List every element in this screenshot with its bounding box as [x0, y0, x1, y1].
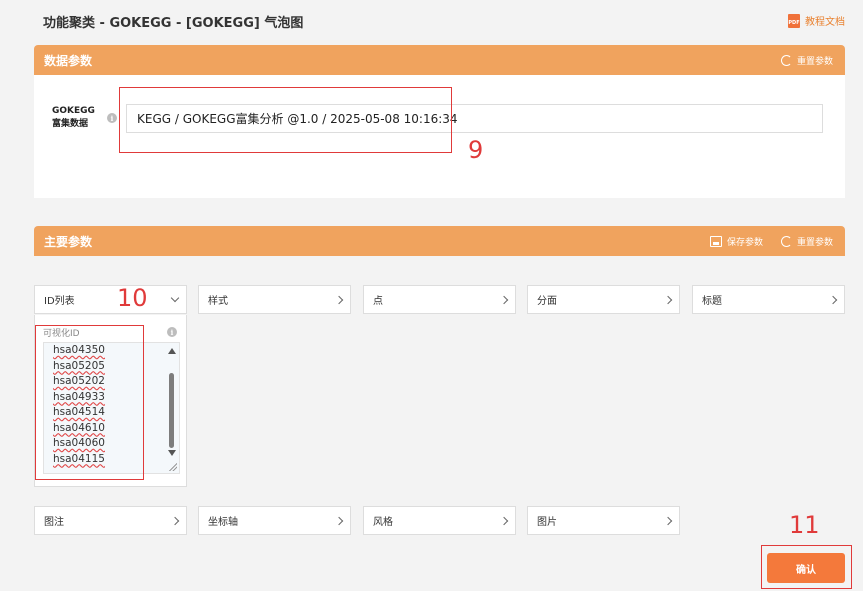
save-params-button[interactable]: 保存参数	[709, 235, 763, 248]
tile-axis[interactable]: 坐标轴	[198, 506, 351, 535]
chevron-right-icon	[663, 295, 673, 304]
chevron-right-icon	[334, 295, 344, 304]
chevron-right-icon	[663, 516, 673, 525]
tile-label: 图片	[537, 517, 557, 528]
refresh-icon	[780, 54, 792, 66]
tile-style[interactable]: 样式	[198, 285, 351, 314]
chevron-right-icon	[828, 295, 838, 304]
main-params-header: 主要参数 保存参数 重置参数	[34, 226, 845, 256]
tutorial-doc-label: 教程文档	[805, 17, 845, 28]
main-reset-button[interactable]: 重置参数	[780, 235, 833, 248]
chevron-down-icon	[170, 293, 180, 303]
resize-handle-icon[interactable]	[168, 462, 177, 471]
main-reset-label: 重置参数	[796, 237, 833, 248]
tile-label: 分面	[537, 296, 557, 307]
annotation-number-10: 10	[117, 284, 148, 312]
tile-label: 图注	[44, 517, 64, 528]
save-params-label: 保存参数	[726, 237, 763, 248]
annotation-box-9	[119, 87, 452, 153]
info-icon[interactable]: i	[167, 327, 177, 337]
tutorial-doc-link[interactable]: PDF 教程文档	[788, 13, 845, 28]
tile-label: ID列表	[44, 296, 75, 307]
data-params-header: 数据参数 重置参数	[34, 45, 845, 75]
scroll-down-arrow-icon[interactable]	[168, 450, 176, 456]
chevron-right-icon	[499, 295, 509, 304]
tile-point[interactable]: 点	[363, 285, 516, 314]
label-line1: GOKEGG	[52, 106, 95, 116]
scrollbar[interactable]	[166, 343, 177, 473]
tile-image[interactable]: 图片	[527, 506, 680, 535]
page-title: 功能聚类 - GOKEGG - [GOKEGG] 气泡图	[43, 16, 304, 31]
tile-title[interactable]: 标题	[692, 285, 845, 314]
data-reset-label: 重置参数	[796, 56, 833, 67]
chevron-right-icon	[170, 516, 180, 525]
refresh-icon	[780, 235, 792, 247]
chevron-right-icon	[334, 516, 344, 525]
chevron-right-icon	[499, 516, 509, 525]
tile-label: 点	[373, 296, 383, 307]
save-icon	[709, 235, 722, 247]
pdf-icon: PDF	[788, 13, 800, 28]
annotation-box-11	[761, 545, 852, 589]
tile-theme[interactable]: 风格	[363, 506, 516, 535]
tile-id-list[interactable]: ID列表	[34, 285, 187, 314]
enrichment-data-label: GOKEGG 富集数据	[52, 105, 95, 131]
tile-label: 坐标轴	[208, 517, 238, 528]
annotation-box-10	[35, 325, 144, 480]
tile-label: 风格	[373, 517, 393, 528]
annotation-number-9: 9	[468, 136, 484, 164]
main-params-title: 主要参数	[44, 234, 93, 249]
info-icon[interactable]: i	[107, 113, 117, 123]
scroll-up-arrow-icon[interactable]	[168, 348, 176, 354]
tile-facet[interactable]: 分面	[527, 285, 680, 314]
scrollbar-thumb[interactable]	[169, 373, 174, 448]
tile-label: 标题	[702, 296, 722, 307]
data-reset-button[interactable]: 重置参数	[780, 54, 833, 67]
label-line2: 富集数据	[52, 119, 89, 129]
annotation-number-11: 11	[789, 511, 820, 539]
data-params-title: 数据参数	[44, 53, 93, 68]
tile-label: 样式	[208, 296, 228, 307]
tile-legend[interactable]: 图注	[34, 506, 187, 535]
